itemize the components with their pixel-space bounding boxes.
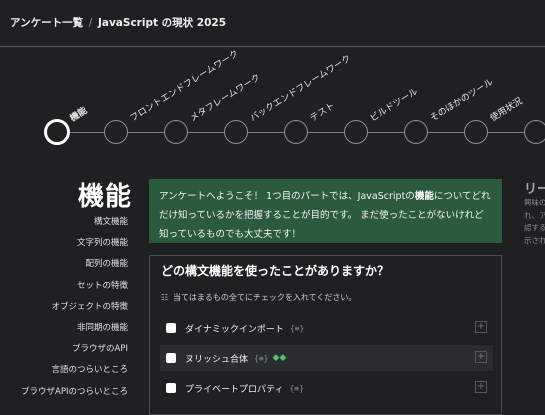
reading-list-line: 認する	[524, 223, 545, 232]
sidebar-item-objects[interactable]: オブジェクトの特徴	[21, 300, 128, 321]
sidebar-item-browser-apis[interactable]: ブラウザのAPI	[21, 342, 128, 363]
step-label-backend-frameworks[interactable]: バックエンドフレームワーク	[247, 51, 353, 124]
header-divider	[0, 46, 545, 47]
step-label-frontend-frameworks[interactable]: フロントエンドフレームワーク	[127, 46, 241, 124]
section-title: 機能	[78, 182, 133, 212]
option-private-properties[interactable]: プライベートプロパティ {≡} +	[160, 375, 493, 401]
option-nullish-coalescing[interactable]: ヌリッシュ合体 {≡} ◆◆ +	[160, 345, 493, 371]
checkbox[interactable]	[166, 383, 176, 393]
reading-list-line: 興味の	[524, 198, 545, 207]
sidebar-item-async[interactable]: 非同期の機能	[21, 321, 128, 342]
breadcrumb-separator: /	[88, 17, 93, 29]
code-brace-icon: {≡}	[289, 323, 305, 333]
sidebar-item-syntax[interactable]: 構文機能	[21, 215, 128, 236]
breadcrumb: アンケート一覧 / JavaScript の現状 2025	[10, 15, 226, 30]
option-dynamic-import[interactable]: ダイナミックインポート {≡} +	[160, 315, 493, 341]
section-sidebar-nav: 構文機能 文字列の機能 配列の機能 セットの特徴 オブジェクトの特徴 非同期の機…	[21, 215, 128, 406]
question-card: どの構文機能を使ったことがありますか？ ☷ 当てはまるもの全てにチェックを入れてく…	[149, 255, 502, 415]
sidebar-item-sets[interactable]: セットの特徴	[21, 279, 128, 300]
expand-plus-icon[interactable]: +	[475, 381, 487, 393]
intro-banner: アンケートへようこそ！ 1つ目のパートでは、JavaScriptの機能についてど…	[149, 179, 502, 243]
code-brace-icon: {≡}	[289, 383, 304, 393]
sidebar-item-arrays[interactable]: 配列の機能	[21, 257, 128, 278]
question-hint-text: 当てはまるもの全てにチェックを入れてください。	[173, 293, 357, 302]
sidebar-item-language-pain-points[interactable]: 言語のつらいところ	[21, 363, 128, 384]
reading-list-line: 示され	[524, 235, 545, 245]
option-label: プライベートプロパティ	[185, 384, 284, 395]
checklist-icon: ☷	[161, 293, 169, 302]
step-meta-frameworks[interactable]	[164, 120, 188, 144]
option-label: ヌリッシュ合体	[185, 354, 249, 365]
step-label-features[interactable]: 機能	[67, 103, 90, 124]
reading-list-line: れ、ア	[524, 210, 545, 220]
option-label: ダイナミックインポート	[185, 324, 284, 335]
expand-plus-icon[interactable]: +	[475, 321, 487, 333]
breadcrumb-current: JavaScript の現状 2025	[97, 17, 227, 29]
question-title: どの構文機能を使ったことがありますか？	[161, 264, 390, 278]
intro-text-bold: 機能	[414, 191, 434, 202]
question-hint: ☷ 当てはまるもの全てにチェックを入れてください。	[161, 292, 356, 303]
step-label-other-tools[interactable]: そのほかのツール	[427, 75, 495, 124]
step-frontend-frameworks[interactable]	[104, 120, 128, 144]
step-label-testing[interactable]: テスト	[307, 99, 337, 124]
expand-plus-icon[interactable]: +	[475, 351, 487, 363]
step-label-usage[interactable]: 使用状況	[487, 94, 525, 124]
sidebar-item-strings[interactable]: 文字列の機能	[21, 236, 128, 257]
step-testing[interactable]	[284, 120, 308, 144]
reading-list-heading: リー	[524, 182, 545, 197]
code-brace-icon: {≡}	[254, 353, 269, 363]
checkbox[interactable]	[166, 323, 176, 333]
baseline-arrows-icon: ◆◆	[272, 353, 287, 363]
step-label-build-tools[interactable]: ビルドツール	[367, 84, 420, 124]
step-other-tools[interactable]	[404, 120, 428, 144]
reading-list-description: 興味の れ、ア 認する 示され	[524, 197, 545, 247]
checkbox[interactable]	[166, 353, 176, 363]
step-features[interactable]	[44, 119, 70, 145]
breadcrumb-parent-link[interactable]: アンケート一覧	[10, 17, 83, 29]
sidebar-item-browser-api-pain-points[interactable]: ブラウザAPIのつらいところ	[21, 385, 128, 406]
intro-text-before: アンケートへようこそ！ 1つ目のパートでは、JavaScriptの	[159, 191, 415, 202]
step-usage[interactable]	[464, 120, 488, 144]
step-backend-frameworks[interactable]	[224, 120, 248, 144]
step-next[interactable]	[524, 120, 545, 144]
step-build-tools[interactable]	[344, 120, 368, 144]
